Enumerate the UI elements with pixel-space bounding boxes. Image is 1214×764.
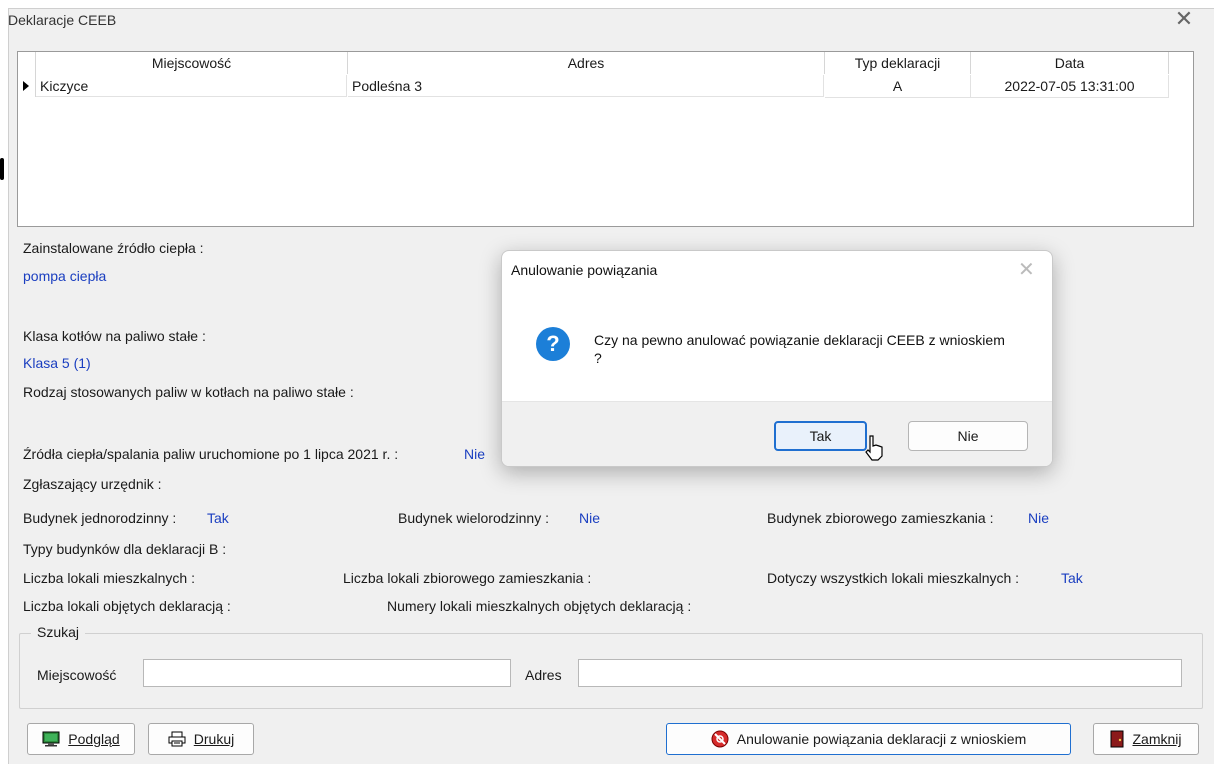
dialog-no-button[interactable]: Nie: [908, 421, 1028, 451]
column-header-typ[interactable]: Typ deklaracji: [825, 52, 971, 74]
cell-miejscowosc[interactable]: Kiczyce: [36, 75, 347, 97]
print-button[interactable]: Drukuj: [148, 723, 254, 755]
confirm-dialog: Anulowanie powiązania ✕ ? Czy na pewno a…: [501, 250, 1053, 467]
row-indicator-column: [18, 52, 36, 97]
multi-family-label: Budynek wielorodzinny :: [398, 510, 549, 526]
dialog-title: Anulowanie powiązania: [511, 262, 658, 278]
search-legend: Szukaj: [31, 624, 86, 640]
sources-2021-value: Nie: [464, 446, 486, 462]
current-row-arrow-icon: [23, 81, 29, 91]
search-miejscowosc-label: Miejscowość: [37, 667, 117, 683]
dialog-message: Czy na pewno anulować powiązanie deklara…: [594, 332, 1005, 366]
column-header-data[interactable]: Data: [971, 52, 1169, 74]
collective-dwellings-label: Liczba lokali zbiorowego zamieszkania :: [343, 570, 592, 586]
close-button[interactable]: Zamknij: [1093, 723, 1199, 755]
monitor-icon: [42, 731, 60, 747]
window-title: Deklaracje CEEB: [8, 12, 117, 28]
single-family-value: Tak: [207, 510, 229, 526]
sources-2021-label: Źródła ciepła/spalania paliw uruchomione…: [23, 446, 399, 462]
boiler-class-value: Klasa 5 (1): [23, 355, 91, 371]
fuel-type-label: Rodzaj stosowanych paliw w kotłach na pa…: [23, 384, 354, 400]
declarations-grid[interactable]: Miejscowość Adres Typ deklaracji Data Ki…: [17, 51, 1194, 227]
dwellings-count-label: Liczba lokali mieszkalnych :: [23, 570, 195, 586]
preview-button[interactable]: Podgląd: [27, 723, 135, 755]
heat-source-label: Zainstalowane źródło ciepła :: [23, 240, 204, 256]
heat-source-value: pompa ciepła: [23, 268, 107, 284]
column-header-adres[interactable]: Adres: [348, 52, 825, 74]
boiler-class-label: Klasa kotłów na paliwo stałe :: [23, 328, 206, 344]
all-dwellings-value: Tak: [1061, 570, 1083, 586]
window-close-icon[interactable]: ✕: [1172, 8, 1196, 32]
preview-button-label: Podgląd: [68, 731, 120, 747]
search-miejscowosc-input[interactable]: [143, 659, 511, 687]
cell-typ[interactable]: A: [825, 75, 971, 98]
mouse-pointer-icon: [865, 435, 883, 461]
cancel-link-icon: [711, 730, 729, 748]
cancel-link-button-label: Anulowanie powiązania deklaracji z wnios…: [736, 731, 1027, 747]
official-label: Zgłaszający urzędnik :: [23, 476, 162, 492]
building-types-b-label: Typy budynków dla deklaracji B :: [23, 541, 227, 557]
cancel-link-button[interactable]: Anulowanie powiązania deklaracji z wnios…: [666, 723, 1071, 755]
search-adres-input[interactable]: [578, 659, 1182, 687]
close-button-label: Zamknij: [1132, 731, 1182, 747]
printer-icon: [168, 731, 186, 747]
single-family-label: Budynek jednorodzinny :: [23, 510, 177, 526]
collective-label: Budynek zbiorowego zamieszkania :: [767, 510, 994, 526]
cell-data[interactable]: 2022-07-05 13:31:00: [971, 75, 1169, 98]
cell-adres[interactable]: Podleśna 3: [348, 75, 824, 97]
print-button-label: Drukuj: [193, 731, 235, 747]
door-icon: [1110, 730, 1124, 748]
search-adres-label: Adres: [525, 667, 562, 683]
dwelling-numbers-label: Numery lokali mieszkalnych objętych dekl…: [387, 598, 692, 614]
declared-dwellings-label: Liczba lokali objętych deklaracją :: [23, 598, 231, 614]
question-icon: ?: [536, 327, 570, 361]
dialog-yes-button[interactable]: Tak: [774, 421, 867, 451]
all-dwellings-label: Dotyczy wszystkich lokali mieszkalnych :: [767, 570, 1020, 586]
left-edge-mark: [0, 158, 4, 180]
collective-value: Nie: [1028, 510, 1050, 526]
dialog-close-icon[interactable]: ✕: [1018, 257, 1035, 282]
column-header-miejscowosc[interactable]: Miejscowość: [36, 52, 348, 74]
multi-family-value: Nie: [579, 510, 601, 526]
